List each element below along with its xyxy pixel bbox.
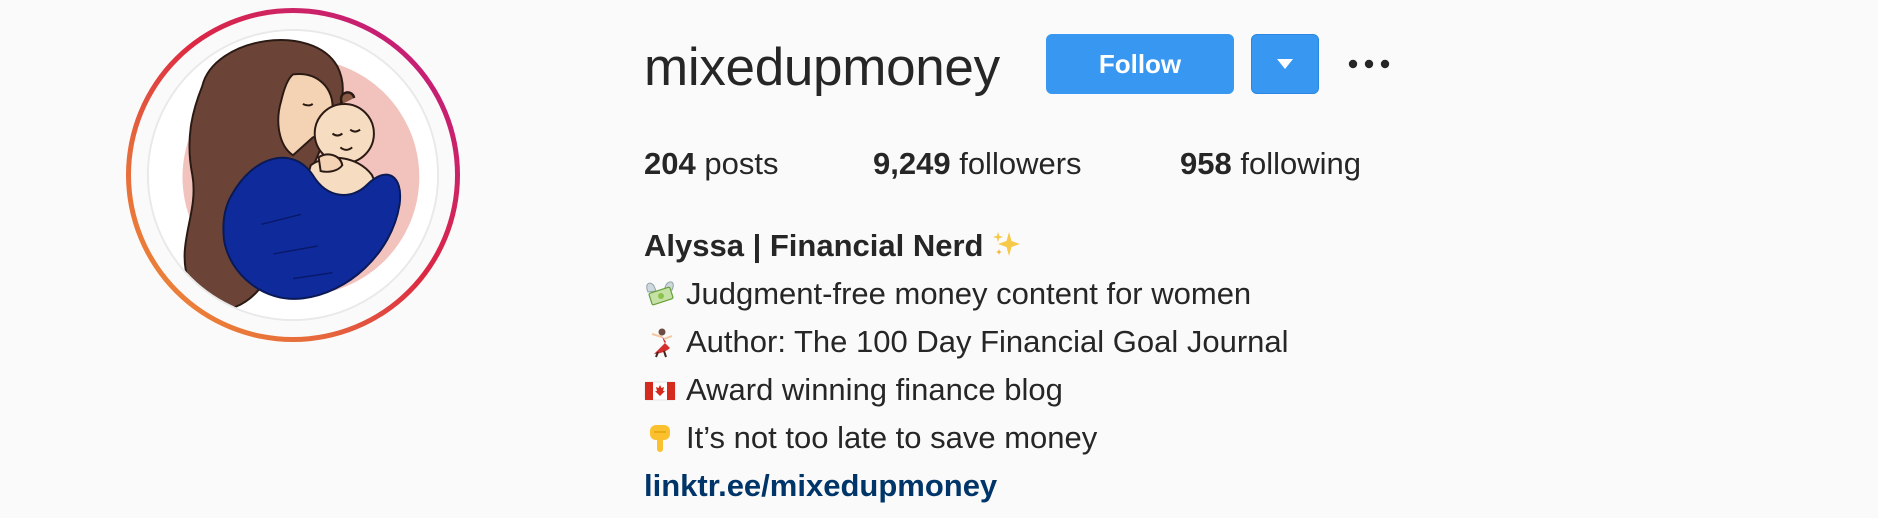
followers-number: 9,249 [873, 146, 951, 181]
caret-down-icon [1277, 59, 1293, 69]
bio-line-text: Author: The 100 Day Financial Goal Journ… [686, 324, 1289, 359]
canada-flag-icon [644, 374, 676, 406]
money-with-wings-icon [644, 278, 676, 310]
more-options-icon [1348, 59, 1390, 69]
avatar-image-frame [131, 13, 455, 337]
profile-avatar[interactable] [126, 8, 460, 342]
dancer-icon [644, 326, 676, 358]
followers-label: followers [959, 146, 1082, 181]
bio-line-text: Judgment-free money content for women [686, 276, 1252, 311]
profile-bio: Alyssa | Financial Nerd Judgment-free mo… [644, 222, 1289, 510]
following-label: following [1240, 146, 1361, 181]
bio-line: Author: The 100 Day Financial Goal Journ… [644, 318, 1289, 366]
posts-number: 204 [644, 146, 696, 181]
more-options-button[interactable] [1344, 44, 1394, 84]
bio-name-row: Alyssa | Financial Nerd [644, 222, 1289, 270]
bio-line-text: Award winning finance blog [686, 372, 1063, 407]
bio-line: Judgment-free money content for women [644, 270, 1289, 318]
follow-button[interactable]: Follow [1046, 34, 1234, 94]
posts-count: 204 posts [644, 144, 778, 184]
followers-link[interactable]: 9,249 followers [873, 144, 1082, 184]
bio-line: It’s not too late to save money [644, 414, 1289, 462]
bio-website-link[interactable]: linktr.ee/mixedupmoney [644, 462, 1289, 510]
profile-username: mixedupmoney [644, 38, 1000, 97]
pointing-down-icon [644, 422, 676, 454]
suggestions-dropdown-button[interactable] [1251, 34, 1319, 94]
following-link[interactable]: 958 following [1180, 144, 1361, 184]
bio-line-text: It’s not too late to save money [686, 420, 1098, 455]
following-number: 958 [1180, 146, 1232, 181]
posts-label: posts [704, 146, 779, 181]
illustrated-mother-and-baby-avatar [146, 28, 440, 322]
full-name: Alyssa | Financial Nerd [644, 228, 984, 263]
sparkles-icon [991, 228, 1023, 260]
bio-line: Award winning finance blog [644, 366, 1289, 414]
